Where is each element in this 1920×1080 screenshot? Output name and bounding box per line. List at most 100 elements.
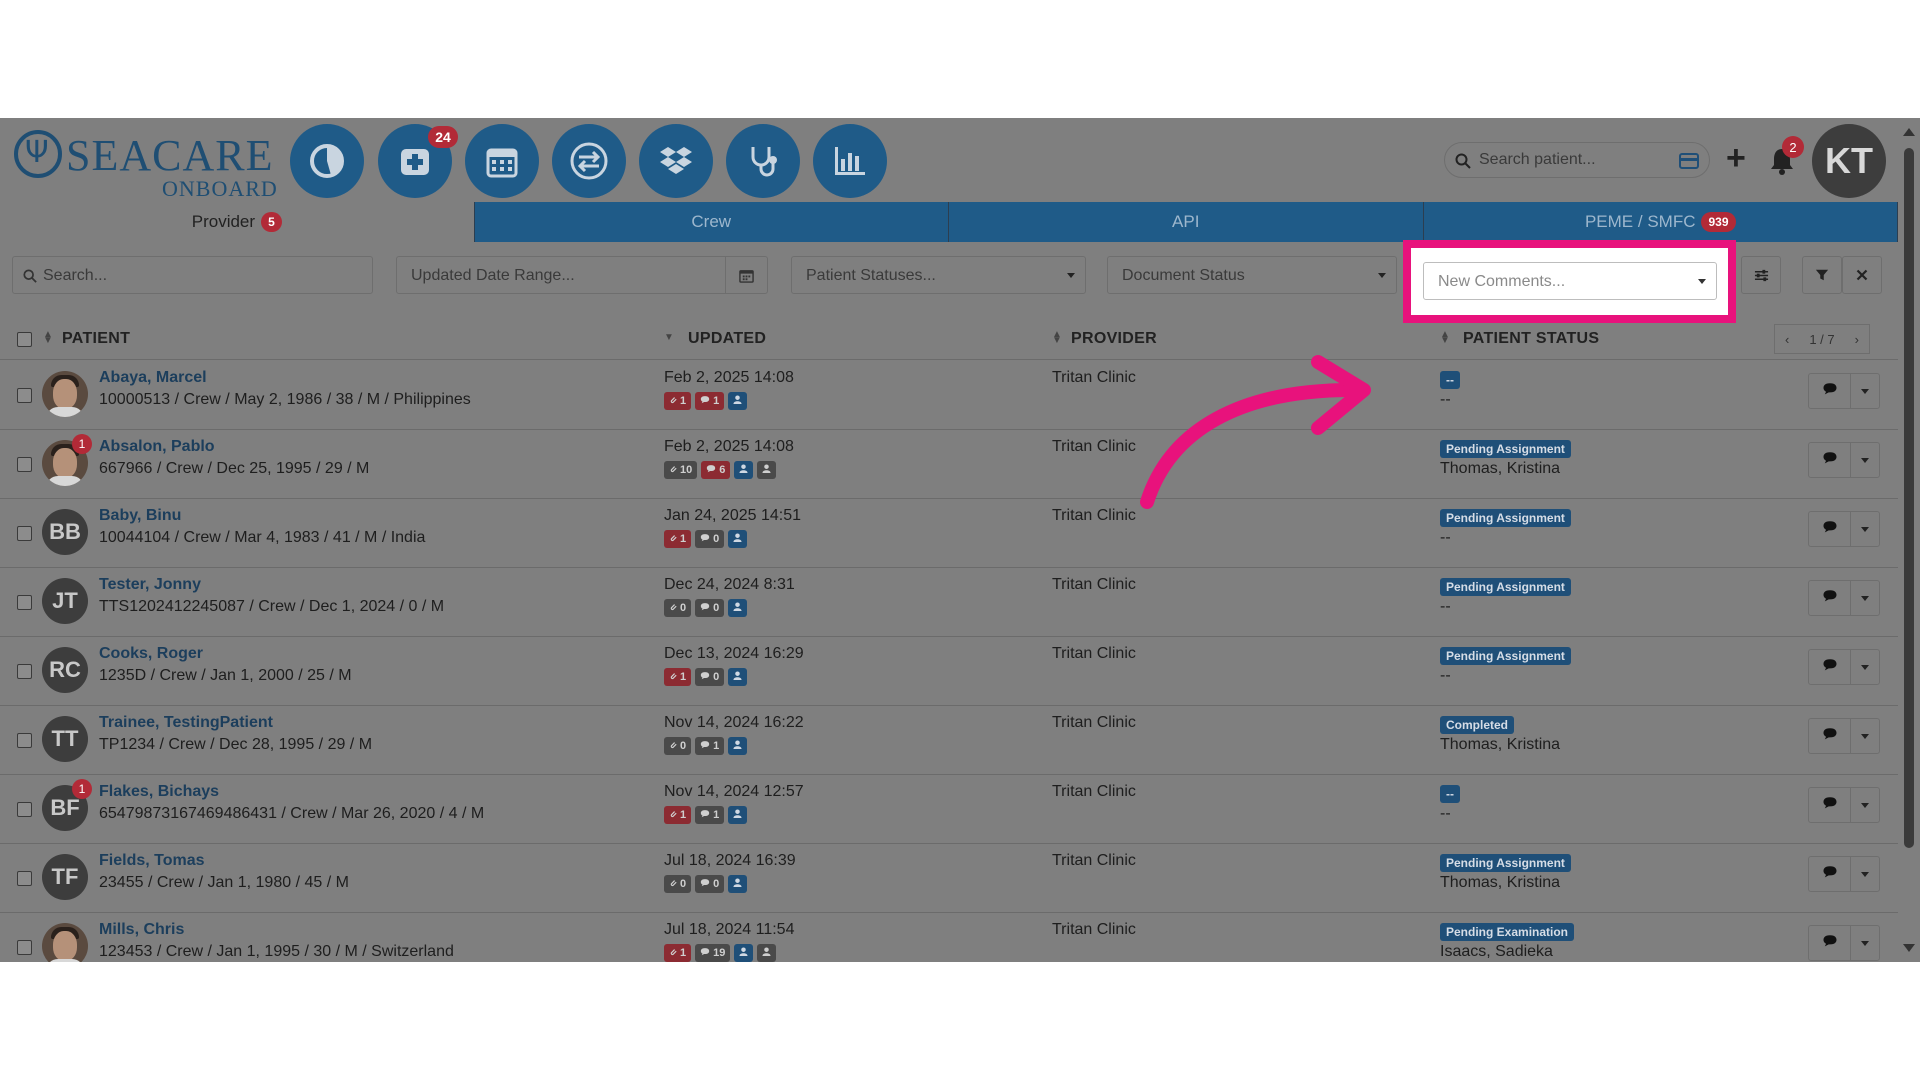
attachments-chip[interactable]: 1 [664,806,692,824]
table-row[interactable]: BF 1 Flakes, Bichays 654798731674694864​31 … [0,775,1898,844]
calendar-picker-button[interactable] [725,257,767,293]
assigned-user-chip[interactable] [728,530,748,548]
new-comments-select[interactable]: New Comments... [1423,262,1717,300]
patient-initials-avatar[interactable]: RC [42,647,88,693]
patient-name-link[interactable]: Fields, Tomas [99,852,205,870]
attachments-chip[interactable]: 0 [664,875,692,893]
comment-button[interactable] [1809,719,1851,753]
row-checkbox[interactable] [17,802,32,817]
assigned-user-chip[interactable] [728,599,748,617]
comments-chip[interactable]: 1 [695,806,725,824]
add-icon[interactable]: + [1726,140,1746,176]
scroll-up-icon[interactable] [1903,128,1915,136]
table-search-field[interactable]: Search... [12,256,373,294]
row-menu-toggle[interactable] [1851,926,1879,960]
assigned-user-chip[interactable] [728,668,748,686]
table-row[interactable]: Abaya, Marcel 10000513 / Crew / May 2, 19… [0,361,1898,430]
attachments-chip[interactable]: 1 [664,668,692,686]
comments-chip[interactable]: 0 [695,875,725,893]
row-checkbox[interactable] [17,526,32,541]
comments-chip[interactable]: 0 [695,530,725,548]
sort-desc-icon[interactable]: ▼ [664,333,674,343]
comment-button[interactable] [1809,926,1851,960]
row-checkbox[interactable] [17,940,32,955]
row-checkbox[interactable] [17,388,32,403]
row-menu-toggle[interactable] [1851,719,1879,753]
scrollbar-thumb[interactable] [1904,148,1914,848]
tab-crew[interactable]: Crew [474,202,949,242]
patient-initials-avatar[interactable]: BB [42,509,88,555]
row-menu-toggle[interactable] [1851,443,1879,477]
sort-icon[interactable]: ▲ ▼ [1052,330,1062,346]
patient-photo-avatar[interactable] [42,371,88,417]
assigned-user-chip[interactable] [728,806,748,824]
comment-button[interactable] [1809,512,1851,546]
attachments-chip[interactable]: 0 [664,737,692,755]
sort-icon[interactable]: ▲ ▼ [43,330,53,346]
table-row[interactable]: 1 Absalon, Pablo 667966 / Crew / Dec 25, 1… [0,430,1898,499]
comments-chip[interactable]: 19 [695,944,731,962]
patient-name-link[interactable]: Absalon, Pablo [99,438,215,456]
date-range-field[interactable]: Updated Date Range... [396,256,768,294]
vertical-scrollbar[interactable] [1898,118,1920,962]
comment-button[interactable] [1809,443,1851,477]
row-menu-toggle[interactable] [1851,788,1879,822]
second-user-chip[interactable] [757,461,777,479]
assigned-user-chip[interactable] [734,461,754,479]
select-all-checkbox[interactable] [17,332,32,347]
column-header-provider[interactable]: PROVIDER [1071,330,1157,348]
patient-name-link[interactable]: Tester, Jonny [99,576,201,594]
tab-peme-smfc[interactable]: PEME / SMFC 939 [1423,202,1898,242]
clear-filters-button[interactable] [1842,256,1882,294]
document-status-select[interactable]: Document Status [1107,256,1397,294]
column-header-patient[interactable]: PATIENT [62,330,130,348]
dashboard-nav-button[interactable] [290,124,364,198]
tab-provider[interactable]: Provider 5 [0,202,475,242]
assigned-user-chip[interactable] [734,944,754,962]
row-checkbox[interactable] [17,595,32,610]
row-menu-toggle[interactable] [1851,374,1879,408]
patient-initials-avatar[interactable]: TF [42,854,88,900]
dropbox-nav-button[interactable] [639,124,713,198]
row-checkbox[interactable] [17,733,32,748]
table-row[interactable]: JT Tester, Jonny TTS1202412245087 / Crew /… [0,568,1898,637]
attachments-chip[interactable]: 1 [664,944,692,962]
assigned-user-chip[interactable] [728,875,748,893]
comments-chip[interactable]: 0 [695,668,725,686]
row-checkbox[interactable] [17,871,32,886]
add-patient-nav-button[interactable]: 24 [378,124,458,198]
comments-chip[interactable]: 1 [695,737,725,755]
table-row[interactable]: TT Trainee, TestingPatient TP1234 / Crew /… [0,706,1898,775]
calendar-nav-button[interactable] [465,124,539,198]
table-row[interactable]: TF Fields, Tomas 23455 / Crew / Jan 1, 198… [0,844,1898,913]
attachments-chip[interactable]: 0 [664,599,692,617]
patient-name-link[interactable]: Cooks, Roger [99,645,203,663]
attachments-chip[interactable]: 1 [664,392,692,410]
patient-search-input[interactable] [1479,149,1669,171]
row-menu-toggle[interactable] [1851,857,1879,891]
attachments-chip[interactable]: 1 [664,530,692,548]
patient-name-link[interactable]: Flakes, Bichays [99,783,219,801]
table-row[interactable]: Mills, Chris 123453 / Crew / Jan 1, 1995 … [0,913,1898,962]
patient-photo-avatar[interactable] [42,923,88,962]
row-menu-toggle[interactable] [1851,650,1879,684]
column-settings-button[interactable] [1741,256,1781,294]
second-user-chip[interactable] [757,944,777,962]
column-header-patient-status[interactable]: PATIENT STATUS [1463,330,1599,348]
patient-initials-avatar[interactable]: JT [42,578,88,624]
column-header-updated[interactable]: UPDATED [688,330,766,348]
comment-button[interactable] [1809,857,1851,891]
filter-button[interactable] [1802,256,1842,294]
comment-button[interactable] [1809,374,1851,408]
comments-chip[interactable]: 0 [695,599,725,617]
row-menu-toggle[interactable] [1851,581,1879,615]
patient-name-link[interactable]: Baby, Binu [99,507,181,525]
comments-chip[interactable]: 1 [695,392,725,410]
assigned-user-chip[interactable] [728,392,748,410]
table-row[interactable]: BB Baby, Binu 10044104 / Crew / Mar 4, 198… [0,499,1898,568]
patient-name-link[interactable]: Trainee, TestingPatient [99,714,273,732]
tab-api[interactable]: API [949,202,1424,242]
id-card-icon[interactable] [1679,153,1699,169]
comment-button[interactable] [1809,650,1851,684]
transfer-nav-button[interactable] [552,124,626,198]
